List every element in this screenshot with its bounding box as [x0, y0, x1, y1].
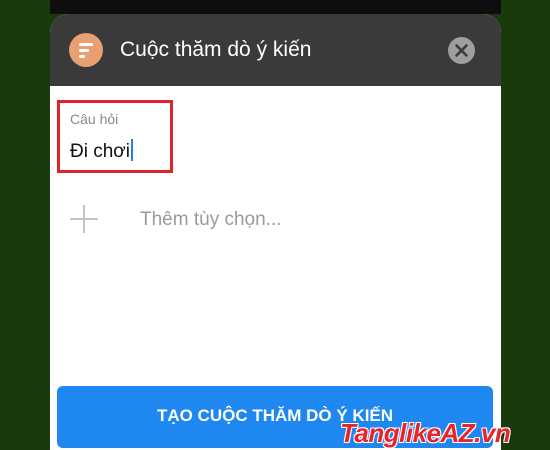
poll-icon: [69, 33, 103, 67]
close-icon: [455, 44, 468, 57]
question-label: Câu hỏi: [70, 111, 119, 127]
close-button[interactable]: [448, 37, 475, 64]
add-option-row[interactable]: Thêm tùy chọn...: [50, 200, 501, 240]
add-option-input[interactable]: Thêm tùy chọn...: [140, 209, 282, 231]
text-caret: [130, 139, 133, 161]
watermark-logo: TanglikeAZ.vn: [340, 418, 511, 448]
dialog-header: Cuộc thăm dò ý kiến: [50, 14, 501, 86]
question-field[interactable]: Câu hỏi Đi chơi: [57, 100, 173, 173]
question-value: Đi chơi: [70, 141, 130, 162]
poll-dialog: Cuộc thăm dò ý kiến Câu hỏi Đi chơi Thêm…: [50, 14, 501, 450]
dialog-title: Cuộc thăm dò ý kiến: [120, 38, 312, 61]
plus-icon[interactable]: [70, 205, 98, 233]
question-input[interactable]: Đi chơi: [70, 139, 133, 163]
status-bar: [50, 0, 501, 14]
